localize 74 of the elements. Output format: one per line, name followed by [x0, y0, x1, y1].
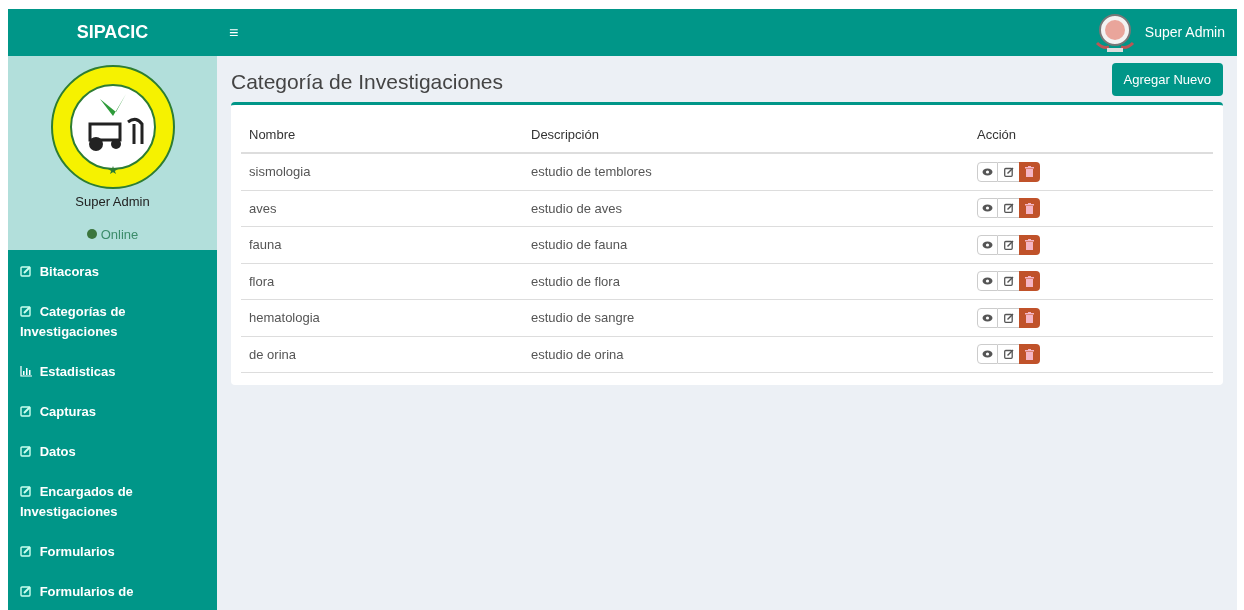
trash-icon — [1025, 312, 1034, 324]
view-button[interactable] — [977, 307, 998, 328]
edit-icon — [20, 405, 32, 417]
delete-button[interactable] — [1019, 198, 1040, 219]
edit-button[interactable] — [998, 161, 1019, 182]
eye-icon — [982, 350, 993, 359]
table-cell: aves — [241, 190, 523, 227]
trash-icon — [1025, 275, 1034, 287]
view-button[interactable] — [977, 344, 998, 365]
trash-icon — [1025, 348, 1034, 360]
sidebar-item[interactable]: Estadisticas — [8, 362, 217, 402]
view-button[interactable] — [977, 198, 998, 219]
sidebar-item[interactable]: Categorías de Investigaciones — [8, 302, 217, 362]
edit-icon — [1003, 166, 1014, 177]
edit-icon — [20, 545, 32, 557]
sidebar-item[interactable]: Formularios de — [8, 582, 217, 610]
trash-icon — [1025, 166, 1034, 178]
eye-icon — [982, 240, 993, 249]
sidebar-item[interactable]: Capturas — [8, 402, 217, 442]
column-header: Nombre — [241, 116, 523, 153]
user-name: Super Admin — [75, 193, 150, 211]
edit-button[interactable] — [998, 271, 1019, 292]
table-cell: sismologia — [241, 153, 523, 190]
edit-icon — [20, 265, 32, 277]
trash-icon — [1025, 202, 1034, 214]
bar-chart-icon — [20, 365, 32, 377]
eye-icon — [982, 204, 993, 213]
edit-icon — [1003, 239, 1014, 250]
view-button[interactable] — [977, 271, 998, 292]
edit-button[interactable] — [998, 234, 1019, 255]
delete-button[interactable] — [1019, 271, 1040, 292]
column-header: Acción — [969, 116, 1213, 153]
sidebar-item[interactable]: Formularios — [8, 542, 217, 582]
delete-button[interactable] — [1019, 344, 1040, 365]
column-header: Descripción — [523, 116, 969, 153]
add-new-button[interactable]: Agregar Nuevo — [1111, 62, 1223, 96]
view-button[interactable] — [977, 234, 998, 255]
view-button[interactable] — [977, 161, 998, 182]
delete-button[interactable] — [1019, 307, 1040, 328]
table-cell: hematologia — [241, 299, 523, 336]
app-title: SIPACIC — [76, 21, 149, 44]
menu-button[interactable]: ≡ — [229, 24, 239, 41]
table-cell: estudio de sangre — [523, 299, 969, 336]
eye-icon — [982, 277, 993, 286]
page-title: Categoría de Investigaciones — [231, 69, 503, 95]
table-cell: de orina — [241, 336, 523, 373]
delete-button[interactable] — [1019, 161, 1040, 182]
edit-button[interactable] — [998, 198, 1019, 219]
table-cell: estudio de fauna — [523, 226, 969, 263]
table-cell: estudio de orina — [523, 336, 969, 373]
edit-button[interactable] — [998, 344, 1019, 365]
sidebar-item[interactable]: Datos — [8, 442, 217, 482]
edit-icon — [20, 305, 32, 317]
sidebar-item[interactable]: Encargados de Investigaciones — [8, 482, 217, 542]
user-name[interactable]: Super Admin — [1144, 22, 1225, 43]
eye-icon — [982, 167, 993, 176]
delete-button[interactable] — [1019, 234, 1040, 255]
edit-icon — [1003, 349, 1014, 360]
edit-icon — [20, 585, 32, 597]
edit-icon — [1003, 276, 1014, 287]
status-text: Online — [100, 225, 139, 244]
edit-icon — [20, 485, 32, 497]
edit-icon — [1003, 312, 1014, 323]
edit-icon — [20, 445, 32, 457]
sidebar-item[interactable]: Bitacoras — [8, 262, 217, 302]
table-cell: estudio de temblores — [523, 153, 969, 190]
eye-icon — [982, 313, 993, 322]
table-cell: fauna — [241, 226, 523, 263]
edit-button[interactable] — [998, 307, 1019, 328]
table-cell: estudio de aves — [523, 190, 969, 227]
trash-icon — [1025, 239, 1034, 251]
table-cell: estudio de flora — [523, 263, 969, 300]
table-cell: flora — [241, 263, 523, 300]
edit-icon — [1003, 203, 1014, 214]
